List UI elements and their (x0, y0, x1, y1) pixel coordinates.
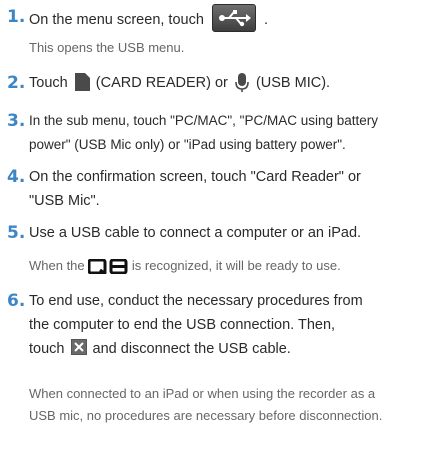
step-4: 4. On the confirmation screen, touch "Ca… (7, 167, 361, 209)
manual-page: 1. On the menu screen, touch . This open… (0, 0, 431, 449)
step-note: When connected to an iPad or when using … (29, 386, 383, 423)
step-3: 3. In the sub menu, touch "PC/MAC", "PC/… (7, 111, 379, 152)
close-icon (70, 339, 87, 356)
step-number: 5. (7, 223, 26, 243)
step-number: 2. (7, 73, 26, 93)
sd-card-icon (74, 73, 90, 92)
usb-menu-button (211, 4, 256, 32)
step-note: When the is recognized, it will be ready… (29, 258, 341, 275)
step-text: On the menu screen, touch (29, 11, 204, 28)
step-6: 6. To end use, conduct the necessary pro… (7, 291, 363, 357)
step-1: 1. On the menu screen, touch . (7, 4, 427, 34)
step-note: This opens the USB menu. (29, 40, 185, 55)
step-number: 1. (7, 7, 26, 27)
usb-icon (218, 10, 251, 27)
step-2: 2. Touch (CARD READER) or (USB MIC). (7, 72, 331, 93)
step-5: 5. Use a USB cable to connect a computer… (7, 223, 362, 243)
step-number: 6. (7, 291, 26, 311)
q8-logo (88, 259, 128, 275)
microphone-icon (235, 72, 249, 92)
step-number: 3. (7, 111, 26, 131)
step-number: 4. (7, 167, 26, 187)
